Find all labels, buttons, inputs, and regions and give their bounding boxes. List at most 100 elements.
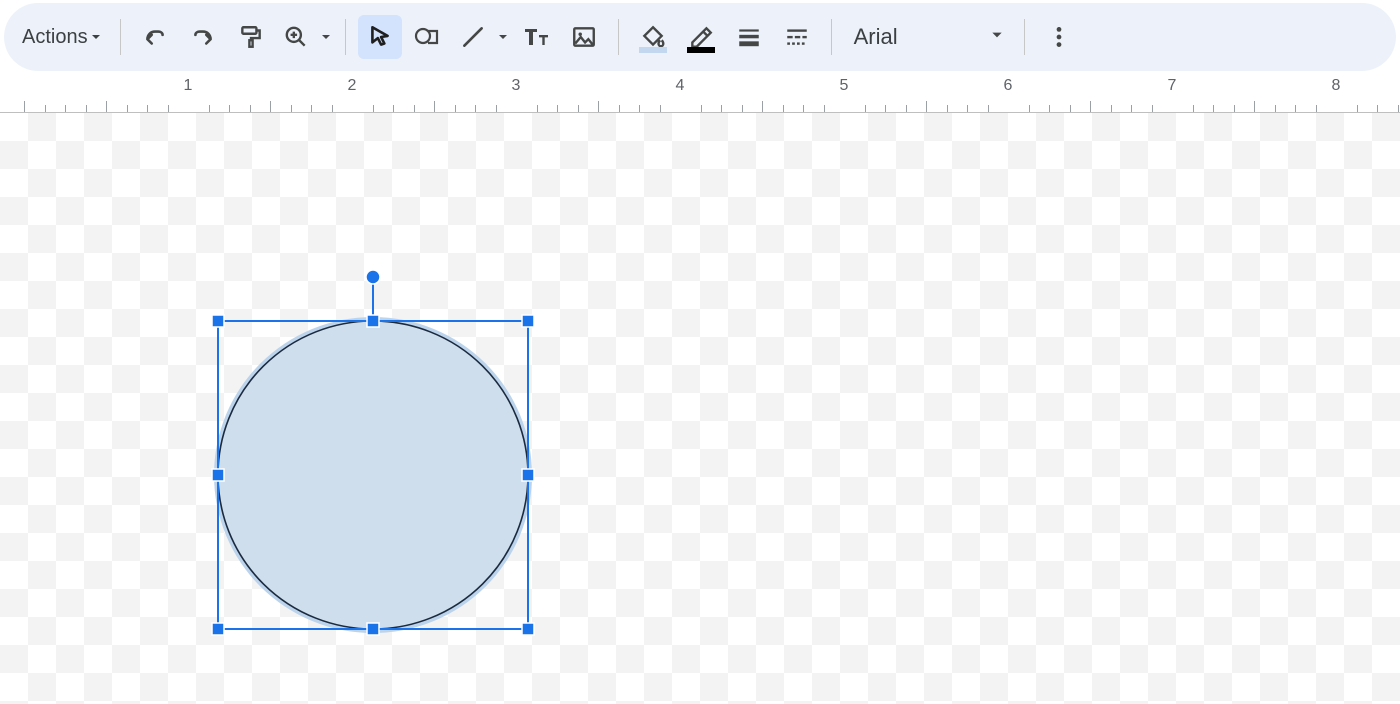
ruler-number: 8 (1332, 77, 1341, 95)
ruler-tick (557, 105, 558, 112)
actions-menu-button[interactable]: Actions (14, 20, 110, 55)
ellipse-shape[interactable] (218, 321, 528, 629)
resize-handle-se[interactable] (522, 623, 534, 635)
paint-roller-icon (238, 24, 264, 50)
border-weight-button[interactable] (727, 15, 771, 59)
ruler-tick (742, 105, 743, 112)
ruler-tick (1357, 105, 1358, 112)
line-dropdown[interactable] (494, 15, 512, 59)
paint-format-button[interactable] (229, 15, 273, 59)
ruler-tick (988, 105, 989, 112)
zoom-dropdown[interactable] (317, 15, 335, 59)
resize-handle-e[interactable] (522, 469, 534, 481)
resize-handle-sw[interactable] (212, 623, 224, 635)
ruler-tick (1254, 101, 1255, 112)
ruler-tick (762, 101, 763, 112)
ruler-tick (701, 105, 702, 112)
ruler-tick (311, 105, 312, 112)
ruler-tick (824, 105, 825, 112)
ruler-number: 5 (840, 77, 849, 95)
border-dash-button[interactable] (775, 15, 819, 59)
ruler-tick (947, 105, 948, 112)
ruler-tick (1029, 105, 1030, 112)
ruler-tick (1213, 105, 1214, 112)
textbox-tool-button[interactable] (514, 15, 558, 59)
fill-color-swatch (639, 47, 667, 53)
undo-button[interactable] (133, 15, 177, 59)
line-tool-button[interactable] (454, 15, 492, 59)
ruler-tick (1131, 105, 1132, 112)
insert-image-button[interactable] (562, 15, 606, 59)
shape-tool-button[interactable] (406, 15, 450, 59)
more-vertical-icon (1046, 24, 1072, 50)
toolbar-separator (120, 19, 121, 55)
ruler-tick (598, 101, 599, 112)
toolbar-separator (345, 19, 346, 55)
ruler-tick (1234, 105, 1235, 112)
ruler-tick (967, 105, 968, 112)
line-weight-icon (736, 24, 762, 50)
ruler-tick (168, 105, 169, 112)
ruler-tick (783, 105, 784, 112)
border-color-button[interactable] (679, 15, 723, 59)
line-dash-icon (784, 24, 810, 50)
ruler-tick (1049, 105, 1050, 112)
rotation-handle[interactable] (366, 270, 380, 284)
ruler-tick (926, 101, 927, 112)
ruler-tick (475, 105, 476, 112)
ruler-tick (147, 105, 148, 112)
ruler-tick (209, 105, 210, 112)
ruler-tick (619, 105, 620, 112)
ruler-tick (1398, 105, 1399, 112)
resize-handle-s[interactable] (367, 623, 379, 635)
ruler-tick (1377, 105, 1378, 112)
horizontal-ruler[interactable]: 12345678 (0, 71, 1400, 113)
ruler-tick (65, 105, 66, 112)
zoom-button[interactable] (277, 15, 315, 59)
ruler-tick (578, 105, 579, 112)
ruler-number: 4 (676, 77, 685, 95)
toolbar: Actions (4, 3, 1396, 71)
line-icon (460, 24, 486, 50)
ruler-tick (537, 105, 538, 112)
ruler-number: 6 (1004, 77, 1013, 95)
ruler-tick (393, 105, 394, 112)
ruler-tick (721, 105, 722, 112)
ruler-tick (885, 105, 886, 112)
zoom-icon (283, 24, 309, 50)
ruler-tick (414, 105, 415, 112)
resize-handle-nw[interactable] (212, 315, 224, 327)
resize-handle-n[interactable] (367, 315, 379, 327)
resize-handle-ne[interactable] (522, 315, 534, 327)
font-name-label: Arial (854, 24, 898, 50)
ruler-number: 1 (184, 77, 193, 95)
text-icon (522, 24, 550, 50)
ruler-tick (434, 101, 435, 112)
ruler-tick (1295, 105, 1296, 112)
toolbar-separator (1024, 19, 1025, 55)
ruler-tick (906, 105, 907, 112)
font-family-select[interactable]: Arial (842, 15, 1014, 59)
select-tool-button[interactable] (358, 15, 402, 59)
caret-down-icon (90, 31, 102, 43)
ruler-tick (1275, 105, 1276, 112)
ruler-number: 3 (512, 77, 521, 95)
redo-button[interactable] (181, 15, 225, 59)
ruler-tick (1090, 101, 1091, 112)
ruler-tick (24, 101, 25, 112)
ruler-tick (45, 105, 46, 112)
ruler-tick (455, 105, 456, 112)
resize-handle-w[interactable] (212, 469, 224, 481)
more-options-button[interactable] (1037, 15, 1081, 59)
ruler-tick (250, 105, 251, 112)
shapes-icon (414, 24, 442, 50)
border-color-swatch (687, 47, 715, 53)
ruler-tick (1316, 105, 1317, 112)
ruler-tick (373, 105, 374, 112)
ruler-tick (803, 105, 804, 112)
ruler-number: 2 (348, 77, 357, 95)
ruler-tick (332, 105, 333, 112)
undo-icon (142, 24, 168, 50)
drawing-canvas[interactable] (0, 113, 1400, 704)
fill-color-button[interactable] (631, 15, 675, 59)
